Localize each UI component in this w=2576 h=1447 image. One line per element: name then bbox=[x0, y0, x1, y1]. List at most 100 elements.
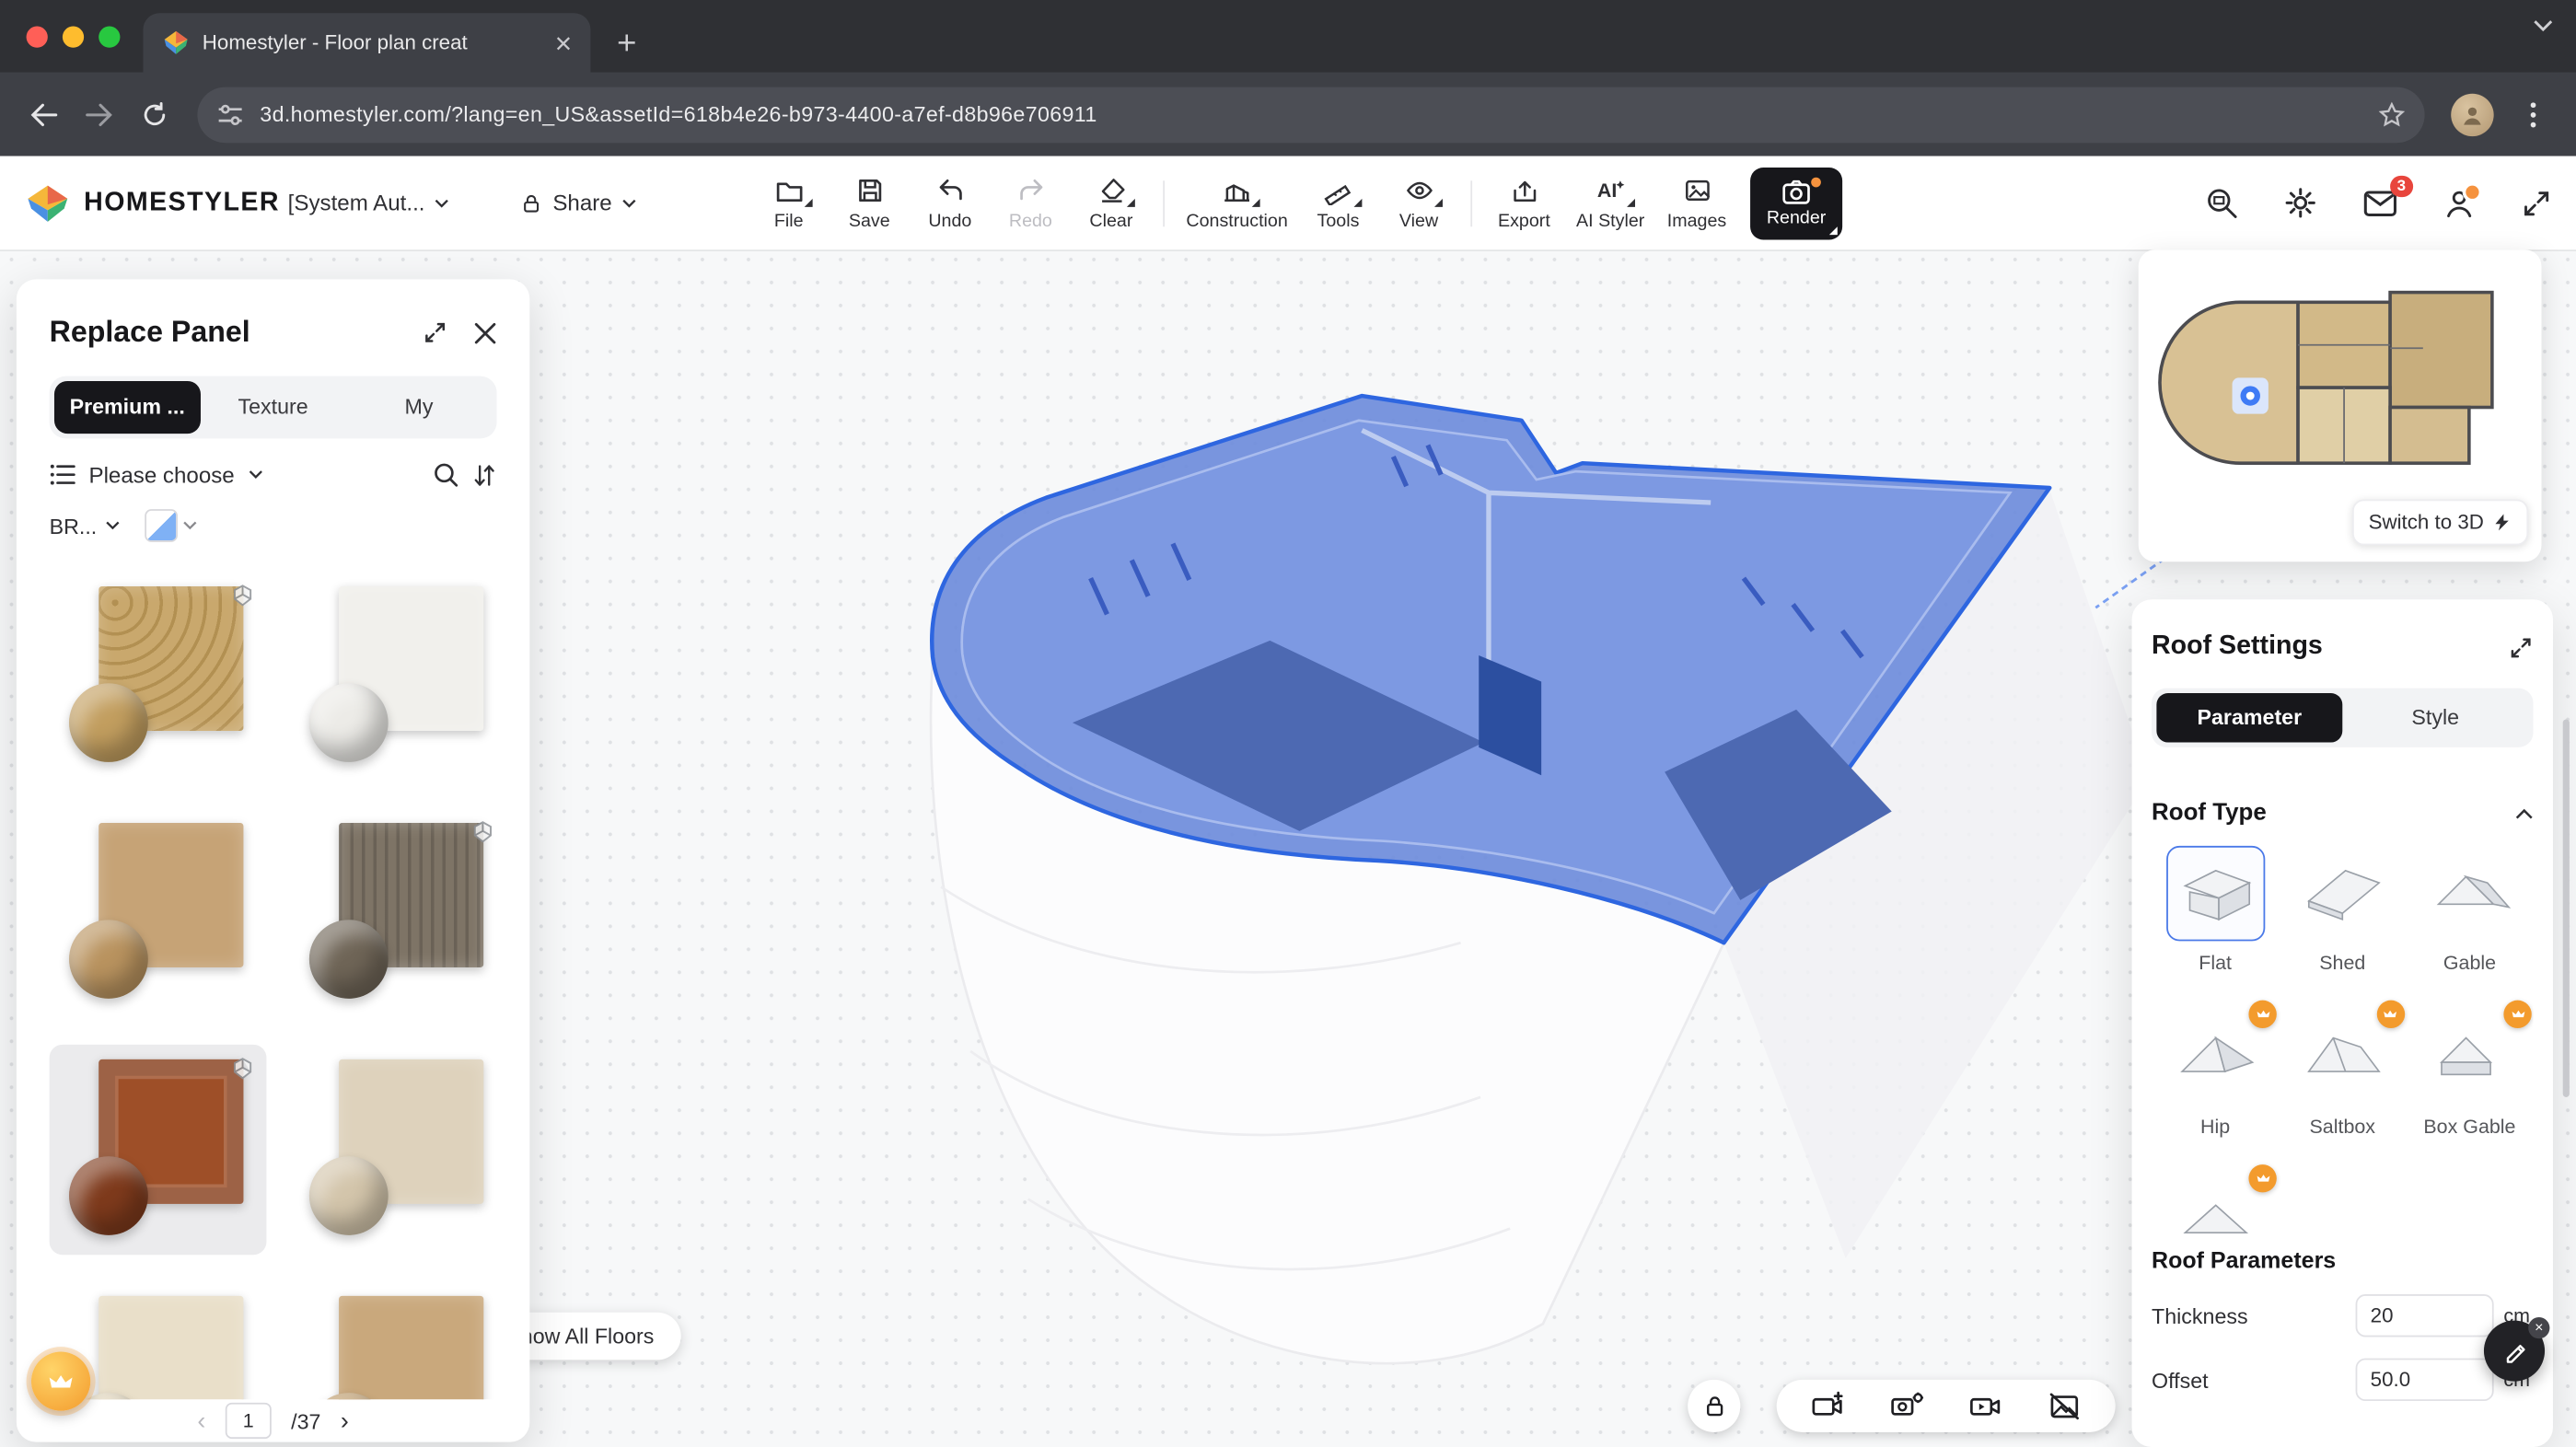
material-panel-preview bbox=[339, 1296, 483, 1399]
construction-icon bbox=[1223, 175, 1252, 206]
roof-type-grid: Flat Shed Gable bbox=[2152, 842, 2534, 1233]
video-camera-button[interactable] bbox=[1968, 1391, 2003, 1420]
project-name-dropdown[interactable]: [System Aut... bbox=[288, 156, 450, 250]
camera-settings-button[interactable] bbox=[1890, 1391, 1925, 1420]
expand-roof-panel-icon[interactable] bbox=[2509, 635, 2534, 660]
roof-panel-scrollbar[interactable] bbox=[2563, 720, 2570, 1097]
material-swatch-selected[interactable] bbox=[50, 1045, 267, 1255]
offset-input[interactable] bbox=[2356, 1359, 2494, 1401]
chevron-down-icon bbox=[105, 521, 120, 531]
settings-gear-icon[interactable] bbox=[2283, 186, 2318, 220]
next-page-icon[interactable]: › bbox=[341, 1406, 349, 1434]
offset-label: Offset bbox=[2152, 1367, 2356, 1392]
premium-crown-icon bbox=[2503, 1001, 2531, 1028]
homestyler-logo[interactable]: HOMESTYLER bbox=[27, 156, 280, 250]
undo-icon bbox=[935, 175, 965, 206]
color-filter-dropdown[interactable] bbox=[145, 509, 197, 542]
thickness-input[interactable] bbox=[2356, 1294, 2494, 1337]
zoom-window-button[interactable] bbox=[99, 26, 120, 47]
roof-type-label: Shed bbox=[2319, 951, 2365, 974]
sort-icon[interactable] bbox=[472, 462, 497, 487]
new-tab-button[interactable] bbox=[604, 19, 650, 65]
browser-tab[interactable]: Homestyler - Floor plan creat bbox=[143, 13, 590, 72]
material-swatch[interactable] bbox=[50, 808, 267, 1018]
material-swatch[interactable] bbox=[289, 1045, 496, 1255]
lock-view-button[interactable] bbox=[1688, 1380, 1740, 1432]
roof-type-label: Box Gable bbox=[2423, 1116, 2515, 1139]
render-button[interactable]: Render bbox=[1750, 167, 1842, 239]
toolbar-redo-button[interactable]: Redo bbox=[991, 175, 1072, 231]
roof-type-label: Hip bbox=[2200, 1116, 2230, 1139]
floorplan-minimap[interactable]: Switch to 3D bbox=[2139, 249, 2542, 561]
page-number-input[interactable] bbox=[226, 1403, 272, 1439]
roof-type-flat[interactable]: Flat bbox=[2152, 842, 2279, 1006]
material-swatch[interactable] bbox=[289, 808, 496, 1018]
toolbar-file-button[interactable]: File bbox=[748, 175, 830, 231]
roof-type-shed[interactable]: Shed bbox=[2279, 842, 2406, 1006]
toolbar-label: Images bbox=[1667, 211, 1726, 230]
back-button[interactable] bbox=[17, 87, 69, 140]
prev-page-icon[interactable]: ‹ bbox=[197, 1406, 205, 1434]
expand-panel-icon[interactable] bbox=[423, 320, 447, 345]
close-panel-icon[interactable] bbox=[474, 321, 497, 344]
roof-type-section-title: Roof Type bbox=[2152, 800, 2515, 827]
tab-premium[interactable]: Premium ... bbox=[54, 381, 200, 434]
messages-icon[interactable]: 3 bbox=[2362, 188, 2398, 217]
material-swatch[interactable] bbox=[289, 572, 496, 781]
saltbox-roof-icon bbox=[2293, 1010, 2392, 1105]
toolbar-images-button[interactable]: Images bbox=[1656, 175, 1737, 231]
category-select[interactable]: Please choose bbox=[88, 462, 234, 487]
toolbar-undo-button[interactable]: Undo bbox=[910, 175, 991, 231]
seamless-badge-icon bbox=[230, 583, 255, 608]
toolbar-view-button[interactable]: View bbox=[1378, 175, 1459, 231]
brand-filter-dropdown[interactable]: BR... bbox=[50, 514, 98, 538]
toolbar-ai-styler-button[interactable]: AI AI Styler bbox=[1564, 175, 1656, 231]
material-swatch[interactable] bbox=[289, 1281, 496, 1399]
search-icon[interactable] bbox=[433, 461, 459, 488]
category-list-icon[interactable] bbox=[50, 463, 76, 486]
membership-crown-button[interactable] bbox=[31, 1352, 90, 1411]
address-bar[interactable]: 3d.homestyler.com/?lang=en_US&assetId=61… bbox=[197, 87, 2424, 143]
tab-search-chevron-icon[interactable] bbox=[2534, 19, 2553, 32]
feedback-edit-button[interactable]: × bbox=[2484, 1321, 2545, 1382]
tab-parameter[interactable]: Parameter bbox=[2156, 693, 2342, 743]
roof-type-box-gable[interactable]: Box Gable bbox=[2406, 1007, 2533, 1171]
collapse-chevron-icon[interactable] bbox=[2515, 807, 2534, 818]
file-icon bbox=[774, 175, 804, 206]
close-feedback-icon[interactable]: × bbox=[2528, 1317, 2549, 1338]
site-settings-icon[interactable] bbox=[217, 103, 244, 126]
premium-crown-icon bbox=[2376, 1001, 2404, 1028]
roof-type-gable[interactable]: Gable bbox=[2406, 842, 2533, 1006]
minimize-window-button[interactable] bbox=[63, 26, 84, 47]
browser-menu-icon[interactable] bbox=[2507, 87, 2559, 140]
roof-type-partial[interactable] bbox=[2152, 1171, 2279, 1233]
toolbar-construction-button[interactable]: Construction bbox=[1177, 175, 1298, 231]
browser-profile-avatar[interactable] bbox=[2451, 93, 2493, 135]
material-swatch[interactable] bbox=[50, 572, 267, 781]
camera-icon bbox=[1781, 179, 1811, 205]
tab-texture[interactable]: Texture bbox=[200, 381, 345, 434]
roof-type-hip[interactable]: Hip bbox=[2152, 1007, 2279, 1171]
bookmark-star-icon[interactable] bbox=[2379, 101, 2406, 128]
reload-button[interactable] bbox=[128, 87, 180, 140]
add-camera-button[interactable] bbox=[1812, 1391, 1847, 1420]
design-search-icon[interactable] bbox=[2204, 186, 2239, 220]
tab-my[interactable]: My bbox=[346, 381, 492, 434]
toolbar-clear-button[interactable]: Clear bbox=[1071, 175, 1152, 231]
tab-close-icon[interactable] bbox=[548, 28, 577, 57]
toolbar-label: Save bbox=[849, 211, 890, 230]
toolbar-save-button[interactable]: Save bbox=[830, 175, 911, 231]
switch-to-3d-button[interactable]: Switch to 3D bbox=[2352, 499, 2528, 545]
roof-type-label: Gable bbox=[2443, 951, 2496, 974]
toolbar-tools-button[interactable]: Tools bbox=[1298, 175, 1379, 231]
account-icon[interactable] bbox=[2443, 187, 2476, 220]
roof-type-saltbox[interactable]: Saltbox bbox=[2279, 1007, 2406, 1171]
close-window-button[interactable] bbox=[27, 26, 48, 47]
hide-images-button[interactable] bbox=[2048, 1391, 2081, 1420]
tab-style[interactable]: Style bbox=[2342, 693, 2528, 743]
toolbar-export-button[interactable]: Export bbox=[1484, 175, 1565, 231]
thickness-row: Thickness cm bbox=[2152, 1294, 2534, 1337]
fullscreen-icon[interactable] bbox=[2520, 187, 2553, 220]
share-button[interactable]: Share bbox=[520, 156, 637, 250]
forward-button[interactable] bbox=[73, 87, 125, 140]
